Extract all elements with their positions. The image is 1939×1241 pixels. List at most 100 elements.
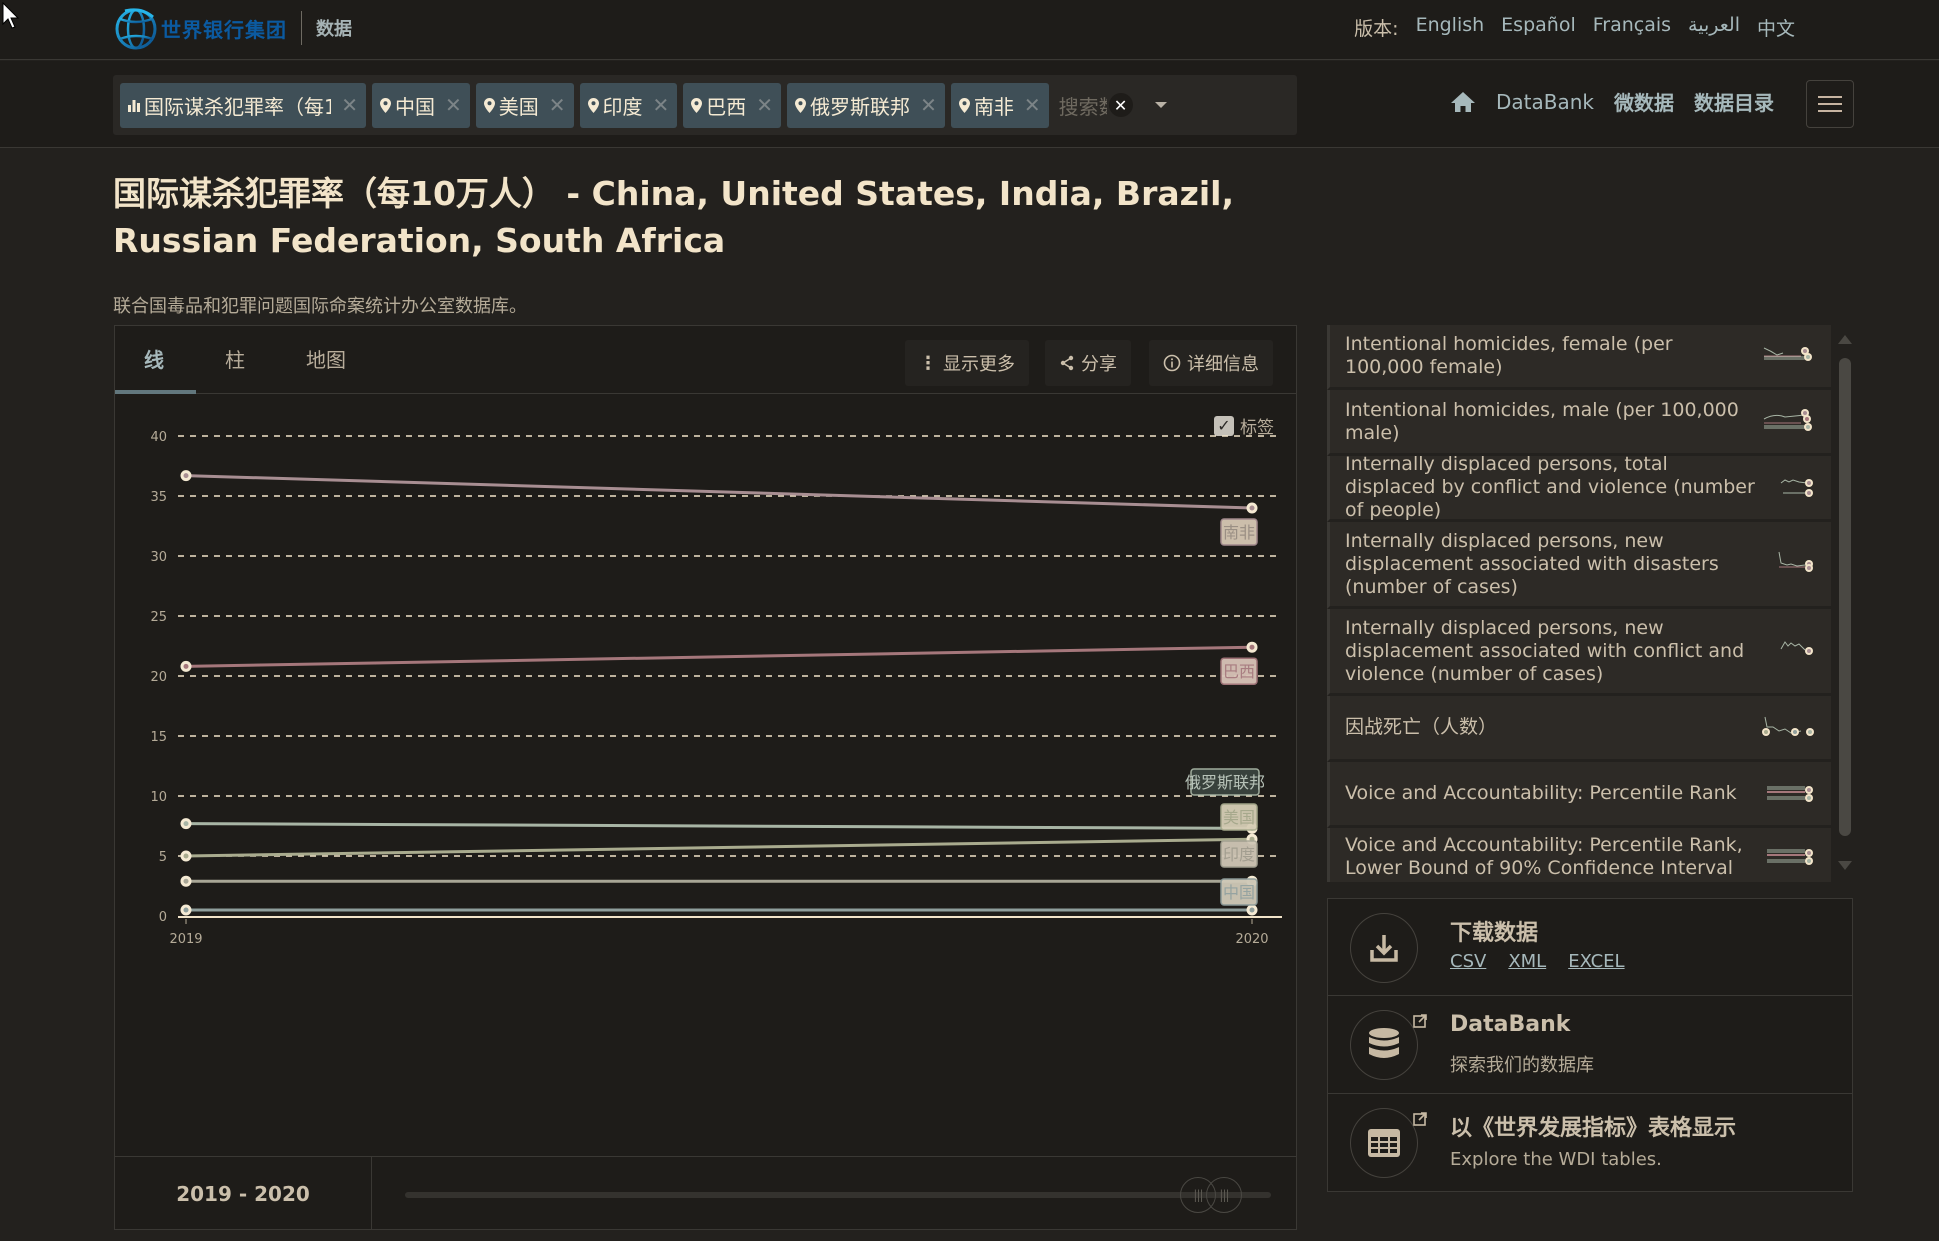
country-chip-label: 印度 (602, 94, 643, 119)
country-chip[interactable]: 南非 ✕ (950, 82, 1049, 128)
y-tick-label: 35 (150, 490, 167, 505)
series-end-label: 俄罗斯联邦 (1185, 773, 1265, 792)
sparkline-icon (1767, 848, 1813, 865)
indicator-chip-label: 国际谋杀犯罪率（每10万... (144, 94, 332, 119)
country-chip[interactable]: 巴西 ✕ (683, 82, 782, 128)
map-pin-icon (380, 97, 391, 113)
related-indicator-item[interactable]: Voice and Accountability: Percentile Ran… (1327, 828, 1831, 882)
remove-chip-icon[interactable]: ✕ (920, 93, 937, 117)
related-indicators-list: Intentional homicides, female (per 100,0… (1327, 325, 1831, 882)
remove-chip-icon[interactable]: ✕ (1024, 93, 1041, 117)
databank-title: DataBank (1450, 1012, 1571, 1037)
related-indicator-label: 因战死亡（人数） (1345, 716, 1498, 738)
map-pin-icon (483, 97, 495, 113)
related-indicator-item[interactable]: Internally displaced persons, total disp… (1327, 453, 1831, 522)
lang-chinese[interactable]: 中文 (1757, 14, 1795, 41)
nav-databank[interactable]: DataBank (1496, 90, 1594, 114)
data-point-center (183, 821, 189, 827)
download-format-links: CSV XML EXCEL (1450, 951, 1625, 972)
mouse-cursor-icon (2, 2, 20, 29)
series-end-label: 南非 (1223, 523, 1255, 542)
country-chip-label: 美国 (498, 94, 539, 119)
y-tick-label: 40 (150, 430, 167, 445)
page-title: 国际谋杀犯罪率（每10万人） - China, United States, I… (113, 170, 1313, 264)
series-end-label: 印度 (1223, 845, 1255, 864)
filter-input-box[interactable]: 国际谋杀犯罪率（每10万... ✕ 中国 ✕ 美国 ✕ 印度 ✕ 巴西 ✕ 俄罗… (113, 75, 1297, 135)
home-icon[interactable] (1450, 91, 1476, 113)
data-point-center (1249, 644, 1255, 650)
data-point-center (183, 878, 189, 884)
scrollbar-thumb[interactable] (1839, 358, 1851, 836)
related-indicator-label: Intentional homicides, male (per 100,000… (1345, 398, 1739, 444)
menu-bar (1818, 110, 1842, 112)
related-indicator-item[interactable]: 因战死亡（人数） (1327, 696, 1831, 762)
download-data-card: 下载数据 CSV XML EXCEL (1327, 898, 1853, 996)
sparkline-icon (1762, 716, 1814, 736)
data-source: 联合国毒品和犯罪问题国际命案统计办公室数据库。 (113, 296, 527, 317)
data-point-center (1249, 907, 1255, 913)
lang-arabic[interactable]: العربية (1688, 14, 1740, 41)
data-point-center (183, 663, 189, 669)
map-pin-icon (691, 97, 703, 113)
related-indicator-item[interactable]: Intentional homicides, male (per 100,000… (1327, 390, 1831, 456)
year-range-slider-row: 2019 - 2020 ||| ||| (115, 1156, 1296, 1230)
related-indicator-label: Internally displaced persons, new displa… (1345, 616, 1745, 685)
wdi-title: 以《世界发展指标》表格显示 (1450, 1116, 1737, 1141)
databank-card[interactable]: DataBank 探索我们的数据库 (1327, 996, 1853, 1094)
top-navigation: DataBank 微数据 数据目录 (1450, 87, 1774, 116)
related-indicator-item[interactable]: Internally displaced persons, new displa… (1327, 522, 1831, 609)
scroll-up-arrow-icon[interactable] (1838, 335, 1852, 344)
country-chip[interactable]: 中国 ✕ (372, 82, 470, 128)
download-csv-link[interactable]: CSV (1450, 951, 1486, 972)
country-chip-label: 巴西 (706, 94, 747, 119)
country-chip[interactable]: 印度 ✕ (579, 82, 678, 128)
nav-microdata[interactable]: 微数据 (1614, 87, 1674, 116)
related-indicator-label: Voice and Accountability: Percentile Ran… (1345, 833, 1743, 879)
clear-all-button[interactable]: ✕ (1108, 93, 1133, 117)
remove-chip-icon[interactable]: ✕ (653, 93, 670, 117)
remove-chip-icon[interactable]: ✕ (549, 93, 566, 117)
lang-english[interactable]: English (1416, 14, 1485, 41)
download-excel-link[interactable]: EXCEL (1568, 951, 1624, 972)
y-tick-label: 30 (150, 550, 167, 565)
lang-french[interactable]: Français (1593, 14, 1671, 41)
scroll-down-arrow-icon[interactable] (1838, 861, 1852, 870)
country-chip[interactable]: 俄罗斯联邦 ✕ (787, 82, 945, 128)
wdi-tables-card[interactable]: 以《世界发展指标》表格显示 Explore the WDI tables. (1327, 1094, 1853, 1192)
related-list-scrollbar[interactable] (1835, 325, 1853, 882)
section-label[interactable]: 数据 (316, 15, 352, 41)
related-indicator-label: Internally displaced persons, total disp… (1345, 453, 1755, 521)
remove-chip-icon[interactable]: ✕ (445, 93, 462, 117)
remove-chip-icon[interactable]: ✕ (756, 93, 773, 117)
data-point-center (183, 473, 189, 479)
related-indicator-item[interactable]: Intentional homicides, female (per 100,0… (1327, 325, 1831, 390)
series-end-label: 巴西 (1223, 662, 1255, 681)
related-indicator-item[interactable]: Voice and Accountability: Percentile Ran… (1327, 762, 1831, 828)
world-bank-logo[interactable]: 世界银行集团 数据 (113, 5, 352, 51)
title-indicator: 国际谋杀犯罪率（每10万人） (113, 174, 555, 213)
map-pin-icon (587, 97, 599, 113)
download-title: 下载数据 (1450, 921, 1539, 946)
range-end-handle[interactable]: ||| (1206, 1177, 1242, 1213)
y-tick-label: 5 (159, 850, 167, 865)
series-end-label: 中国 (1223, 883, 1255, 902)
search-input[interactable]: 搜索数据 (1059, 91, 1107, 120)
indicator-chip[interactable]: 国际谋杀犯罪率（每10万... ✕ (120, 82, 366, 128)
hamburger-menu-button[interactable] (1806, 80, 1854, 128)
download-xml-link[interactable]: XML (1508, 951, 1546, 972)
nav-data-catalog[interactable]: 数据目录 (1694, 87, 1774, 116)
databank-subtitle: 探索我们的数据库 (1450, 1055, 1594, 1076)
lang-spanish[interactable]: Español (1501, 14, 1576, 41)
sparkline-icon (1763, 347, 1812, 361)
dropdown-caret-icon[interactable] (1154, 102, 1167, 108)
country-chip[interactable]: 美国 ✕ (475, 82, 574, 128)
globe-icon (115, 8, 157, 50)
year-range-label: 2019 - 2020 (115, 1157, 372, 1230)
remove-chip-icon[interactable]: ✕ (341, 93, 358, 117)
logo-text: 世界银行集团 (161, 17, 287, 42)
top-header: 世界银行集团 数据 版本: English Español Français ا… (0, 0, 1939, 60)
related-indicator-item[interactable]: Internally displaced persons, new displa… (1327, 609, 1831, 696)
map-pin-icon (795, 97, 807, 113)
database-icon (1350, 1010, 1418, 1080)
year-range-track[interactable] (405, 1192, 1271, 1198)
